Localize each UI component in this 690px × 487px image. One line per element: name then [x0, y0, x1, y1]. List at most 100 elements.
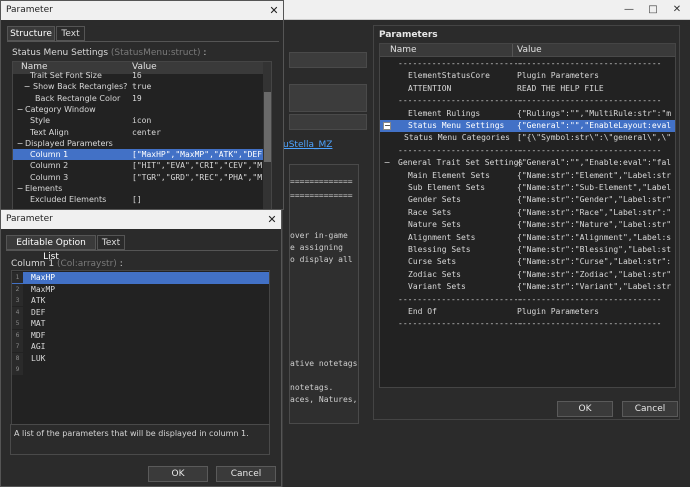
help-text-line: aces, Natures, [290, 395, 358, 404]
parameter-row[interactable]: Status Menu Categories ["{\"Symbol:str\":… [380, 132, 675, 144]
tab-editable-option-list[interactable]: Editable Option List [6, 235, 96, 262]
parameters-table[interactable]: Name Value -------------------------- ---… [379, 43, 676, 388]
parameter-row[interactable]: Blessing Sets {"Name:str":"Blessing","Lab… [380, 244, 675, 256]
help-text-area[interactable]: ============= ============= over in-game… [289, 164, 359, 424]
option-list-item[interactable]: 5 MAT [12, 318, 269, 330]
collapse-icon[interactable]: − [23, 83, 31, 91]
struct-row[interactable]: − Category Window [13, 104, 263, 115]
parameter-row[interactable]: Nature Sets {"Name:str":"Nature","Label:s… [380, 219, 675, 231]
collapse-icon[interactable]: − [16, 185, 24, 193]
option-list-item[interactable]: 1 MaxHP [12, 272, 269, 284]
maximize-icon[interactable]: □ [647, 4, 659, 16]
parameter-row[interactable]: End Of Plugin Parameters [380, 306, 675, 318]
close-icon[interactable]: ✕ [263, 210, 281, 229]
option-list-editor[interactable]: 1 MaxHP 2 MaxMP 3 ATK 4 DEF 5 MAT 6 MDF 7 AGI 8 LUK 9 [11, 270, 270, 426]
option-list-item[interactable]: 2 MaxMP [12, 283, 269, 296]
option-list-item[interactable]: 7 AGI [12, 341, 269, 353]
struct-row[interactable]: Back Rectangle Color 19 [13, 93, 263, 104]
author-link[interactable]: uStella_MZ [283, 140, 332, 150]
option-list-item[interactable]: 6 MDF [12, 329, 269, 342]
struct-field-value: ["MaxHP","MaxMP","ATK","DEF" [132, 150, 262, 160]
list-label-name: Column 1 [11, 259, 55, 269]
option-list-item[interactable]: 4 DEF [12, 306, 269, 319]
parameter-row[interactable]: ATTENTION READ THE HELP FILE [380, 83, 675, 95]
struct-row[interactable]: Column 3 ["TGR","GRD","REC","PHA","M [13, 172, 263, 183]
collapse-icon[interactable]: − [383, 122, 391, 130]
parameter-row[interactable]: Alignment Sets {"Name:str":"Alignment","L… [380, 232, 675, 244]
parameter-value: ------------------------------ [517, 294, 662, 304]
parameter-row[interactable]: Race Sets {"Name:str":"Race","Label:str":… [380, 207, 675, 219]
struct-table[interactable]: Name Value Trait Set Font Size 16− Show Ba… [12, 61, 272, 211]
parameter-name: Element Rulings [408, 108, 481, 118]
tab-text[interactable]: Text [97, 235, 125, 250]
parameter-row[interactable]: Variant Sets {"Name:str":"Variant","Label… [380, 281, 675, 293]
tab-structure[interactable]: Structure [7, 26, 55, 41]
parameter-name: Main Element Sets [408, 170, 490, 180]
column-header-value[interactable]: Value [517, 45, 542, 55]
struct-label: Status Menu Settings (StatusMenu:struct)… [12, 48, 206, 58]
ok-button[interactable]: OK [557, 401, 613, 417]
parameter-name: -------------------------- [398, 96, 524, 106]
ok-button[interactable]: OK [148, 466, 208, 482]
struct-row[interactable]: − Displayed Parameters [13, 138, 263, 149]
plugin-description-field[interactable] [289, 84, 367, 112]
parameter-row[interactable]: Curse Sets {"Name:str":"Curse","Label:str… [380, 256, 675, 268]
parameter-row[interactable]: Main Element Sets {"Name:str":"Element","… [380, 170, 675, 182]
parameter-name: Curse Sets [408, 257, 457, 267]
struct-row[interactable]: Column 2 ["HIT","EVA","CRI","CEV","M [13, 160, 263, 171]
struct-field-name: Show Back Rectangles? [33, 82, 128, 92]
parameter-row[interactable]: Sub Element Sets {"Name:str":"Sub-Element… [380, 182, 675, 194]
parameter-value: {"Name:str":"Zodiac","Label:str" [517, 269, 672, 279]
scrollbar-thumb[interactable] [264, 92, 271, 162]
parameter-row[interactable]: -------------------------- --------------… [380, 294, 675, 306]
struct-row[interactable]: Column 1 ["MaxHP","MaxMP","ATK","DEF" [13, 149, 263, 161]
collapse-icon[interactable]: − [16, 105, 24, 114]
parameter-row[interactable]: -------------------------- --------------… [380, 145, 675, 157]
parameter-row[interactable]: − Status Menu Settings {"General":"","Enab… [380, 120, 675, 133]
struct-field-name: Style [30, 116, 51, 126]
parameter-row[interactable]: Zodiac Sets {"Name:str":"Zodiac","Label:s… [380, 269, 675, 281]
background-plugin-info: uStella_MZ ============= ============= o… [283, 22, 373, 424]
option-list-item[interactable]: 3 ATK [12, 295, 269, 307]
line-number: 4 [12, 306, 23, 318]
column-divider [512, 44, 513, 57]
struct-row[interactable]: − Elements [13, 183, 263, 194]
parameter-row[interactable]: -------------------------- --------------… [380, 58, 675, 70]
parameter-row[interactable]: ElementStatusCore Plugin Parameters [380, 70, 675, 82]
parameter-row[interactable]: -------------------------- --------------… [380, 318, 675, 330]
struct-field-name: Column 3 [30, 172, 69, 182]
struct-row[interactable]: Excluded Elements [] [13, 194, 263, 205]
minimize-icon[interactable]: — [623, 4, 635, 16]
close-icon[interactable]: ✕ [671, 4, 683, 16]
struct-label-colon: : [203, 48, 207, 58]
parameter-row[interactable]: Element Rulings {"Rulings":"","MultiRule:… [380, 108, 675, 120]
struct-field-value: [] [132, 195, 142, 205]
dialog-title-bar: Parameter ✕ [1, 210, 281, 229]
cancel-button[interactable]: Cancel [622, 401, 678, 417]
column-header-name[interactable]: Name [390, 45, 417, 55]
parameter-value: ------------------------------ [517, 319, 662, 329]
struct-row[interactable]: − Show Back Rectangles? true [13, 81, 263, 92]
option-list-item-text: MAT [31, 319, 46, 328]
struct-row[interactable]: Style icon [13, 115, 263, 126]
collapse-icon[interactable]: − [383, 159, 391, 167]
parameter-name: Nature Sets [408, 220, 461, 230]
dialog-title: Parameter [6, 5, 53, 15]
parameter-name: General Trait Set Settings [398, 158, 524, 168]
option-list-item[interactable]: 9 [12, 364, 269, 376]
close-icon[interactable]: ✕ [265, 1, 283, 20]
option-list-item-text: AGI [31, 342, 46, 351]
plugin-name-field[interactable] [289, 52, 367, 68]
option-list-item[interactable]: 8 LUK [12, 352, 269, 365]
struct-row[interactable]: Trait Set Font Size 16 [13, 70, 263, 81]
plugin-author-field[interactable] [289, 114, 367, 130]
struct-row[interactable]: Text Align center [13, 127, 263, 138]
parameter-row[interactable]: − General Trait Set Settings {"General":""… [380, 157, 675, 169]
collapse-icon[interactable]: − [16, 139, 24, 148]
parameter-row[interactable]: -------------------------- --------------… [380, 95, 675, 107]
tab-divider [6, 250, 278, 251]
parameter-row[interactable]: Gender Sets {"Name:str":"Gender","Label:s… [380, 194, 675, 206]
cancel-button[interactable]: Cancel [216, 466, 276, 482]
line-number: 5 [12, 318, 23, 329]
tab-text[interactable]: Text [56, 26, 85, 41]
